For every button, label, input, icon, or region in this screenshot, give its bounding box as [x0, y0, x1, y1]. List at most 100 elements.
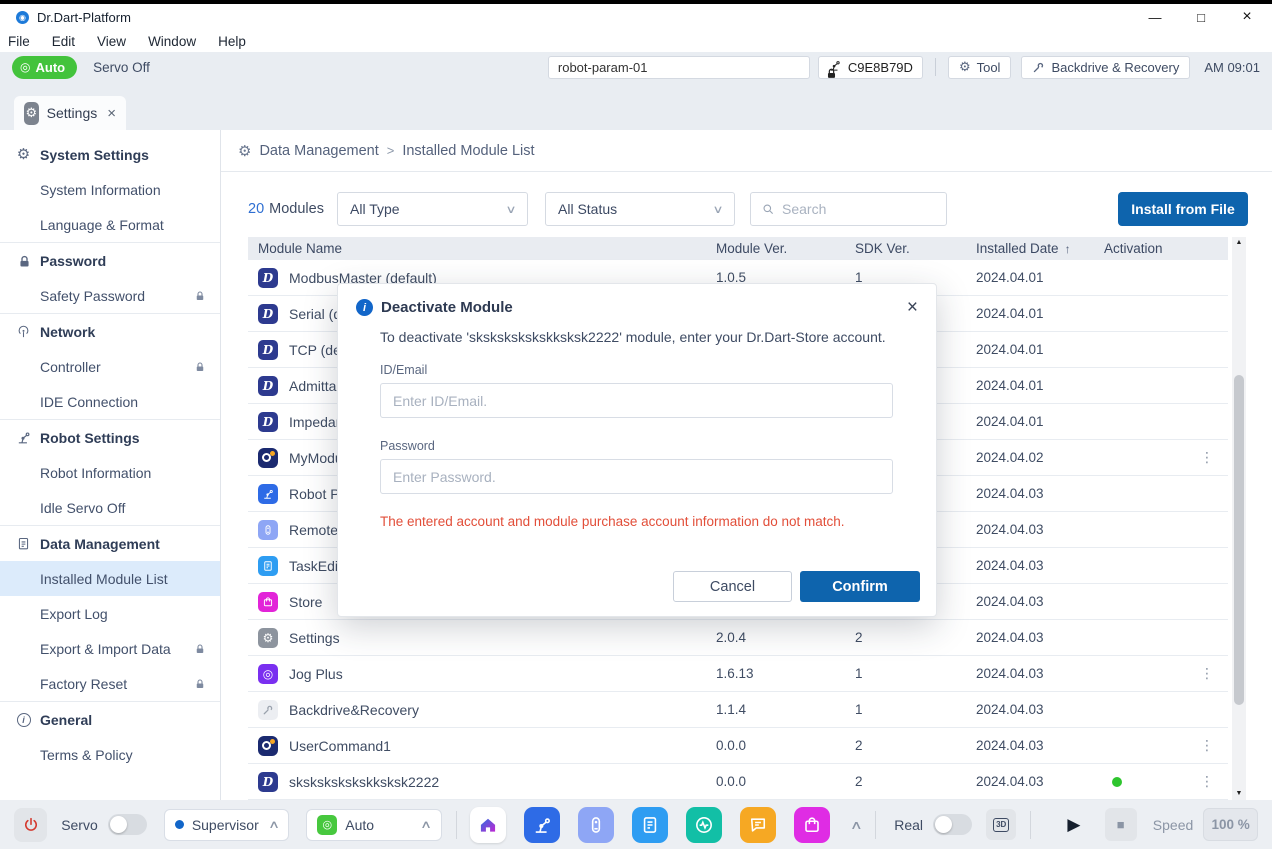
- col-activation[interactable]: Activation: [1094, 241, 1228, 256]
- scrollbar-thumb[interactable]: [1234, 375, 1244, 705]
- divider: [875, 811, 876, 839]
- id-email-field[interactable]: [380, 383, 893, 418]
- speed-value: 100 %: [1203, 808, 1258, 841]
- dock-remote-icon[interactable]: [578, 807, 614, 843]
- minimize-button[interactable]: —: [1148, 10, 1162, 25]
- dock-monitoring-icon[interactable]: [686, 807, 722, 843]
- document-icon: [16, 536, 31, 551]
- app-dock: [470, 807, 830, 843]
- maximize-button[interactable]: □: [1194, 10, 1208, 25]
- dock-message-icon[interactable]: [740, 807, 776, 843]
- row-menu-icon[interactable]: ⋮: [1200, 773, 1214, 790]
- dock-task-editor-icon[interactable]: [632, 807, 668, 843]
- module-name: UserCommand1: [289, 738, 391, 754]
- dialog-close-icon[interactable]: ×: [907, 300, 918, 316]
- col-installed-date[interactable]: Installed Date ↑: [966, 241, 1094, 256]
- mode-dropdown[interactable]: ◎ Auto ∧: [306, 809, 441, 841]
- table-row[interactable]: Dskskskskskskksksk22220.0.022024.04.03⋮: [248, 764, 1228, 800]
- robot-serial-button[interactable]: C9E8B79D: [818, 56, 923, 79]
- cancel-button[interactable]: Cancel: [673, 571, 792, 602]
- chevron-up-icon: ∧: [268, 818, 280, 831]
- row-menu-icon[interactable]: ⋮: [1200, 665, 1214, 682]
- menu-window[interactable]: Window: [148, 34, 196, 49]
- sidebar-item-language-format[interactable]: Language & Format: [0, 207, 220, 242]
- close-button[interactable]: ×: [1240, 8, 1254, 26]
- sidebar-item-export-log[interactable]: Export Log: [0, 596, 220, 631]
- row-menu-icon[interactable]: ⋮: [1200, 449, 1214, 466]
- play-button[interactable]: ▶: [1059, 815, 1088, 835]
- sidebar-section-system-settings[interactable]: ⚙System Settings: [0, 137, 220, 172]
- robot-module-icon: [258, 484, 278, 504]
- menu-file[interactable]: File: [8, 34, 30, 49]
- search-input[interactable]: [782, 201, 936, 217]
- col-module-name[interactable]: Module Name: [248, 241, 706, 256]
- backdrive-recovery-button[interactable]: Backdrive & Recovery: [1021, 56, 1190, 79]
- type-filter-dropdown[interactable]: All Type ∨: [337, 192, 528, 226]
- sidebar-item-controller[interactable]: Controller: [0, 349, 220, 384]
- installed-date: 2024.04.01: [966, 306, 1094, 321]
- sidebar-section-network[interactable]: Network: [0, 314, 220, 349]
- installed-date: 2024.04.03: [966, 522, 1094, 537]
- sidebar-item-factory-reset[interactable]: Factory Reset: [0, 666, 220, 701]
- stop-button[interactable]: ■: [1105, 808, 1137, 841]
- filter-row: 20 Modules All Type ∨ All Status ∨ Insta…: [221, 192, 1272, 226]
- dock-chevron-up-icon[interactable]: ∧: [850, 818, 863, 832]
- dock-home-icon[interactable]: [470, 807, 506, 843]
- power-button[interactable]: [14, 808, 47, 842]
- tab-close-icon[interactable]: ×: [107, 105, 116, 122]
- status-filter-dropdown[interactable]: All Status ∨: [545, 192, 735, 226]
- sidebar-item-robot-information[interactable]: Robot Information: [0, 455, 220, 490]
- menu-view[interactable]: View: [97, 34, 126, 49]
- scroll-down-icon[interactable]: ▼: [1232, 788, 1246, 800]
- servo-toggle[interactable]: [108, 814, 147, 835]
- sidebar-item-terms-policy[interactable]: Terms & Policy: [0, 737, 220, 772]
- table-scrollbar[interactable]: ▲ ▼: [1232, 237, 1246, 800]
- window-title: Dr.Dart-Platform: [37, 10, 131, 25]
- password-field[interactable]: [380, 459, 893, 494]
- install-from-file-button[interactable]: Install from File: [1118, 192, 1248, 226]
- real-toggle[interactable]: [933, 814, 972, 835]
- user-role-dropdown[interactable]: Supervisor ∧: [164, 809, 289, 841]
- sidebar-section-robot-settings[interactable]: Robot Settings: [0, 420, 220, 455]
- table-row[interactable]: ◎Jog Plus1.6.1312024.04.03⋮: [248, 656, 1228, 692]
- sidebar-item-export-import-data[interactable]: Export & Import Data: [0, 631, 220, 666]
- jog-module-icon: ◎: [258, 664, 278, 684]
- module-name: Jog Plus: [289, 666, 343, 682]
- scroll-up-icon[interactable]: ▲: [1232, 237, 1246, 249]
- table-row[interactable]: Backdrive&Recovery1.1.412024.04.03: [248, 692, 1228, 728]
- auto-mode-badge[interactable]: ◎ Auto: [12, 56, 77, 79]
- sidebar-section-password[interactable]: Password: [0, 243, 220, 278]
- divider: [456, 811, 457, 839]
- robot-param-input[interactable]: [548, 56, 810, 79]
- 3d-view-button[interactable]: 3D: [986, 809, 1016, 840]
- sidebar-item-ide-connection[interactable]: IDE Connection: [0, 384, 220, 419]
- installed-date: 2024.04.03: [966, 630, 1094, 645]
- col-sdk-ver[interactable]: SDK Ver.: [845, 241, 966, 256]
- sort-up-icon[interactable]: ↑: [1065, 242, 1071, 256]
- robot-lock-icon: [828, 59, 842, 76]
- sidebar-item-system-information[interactable]: System Information: [0, 172, 220, 207]
- dart-module-icon: D: [258, 340, 278, 360]
- sidebar-item-safety-password[interactable]: Safety Password: [0, 278, 220, 313]
- dock-robot-icon[interactable]: [524, 807, 560, 843]
- tab-settings[interactable]: ⚙ Settings ×: [14, 96, 126, 130]
- installed-date: 2024.04.03: [966, 594, 1094, 609]
- confirm-button[interactable]: Confirm: [800, 571, 920, 602]
- dialog-title: Deactivate Module: [381, 299, 513, 316]
- sidebar-item-installed-module-list[interactable]: Installed Module List: [0, 561, 220, 596]
- table-row[interactable]: ⚙Settings2.0.422024.04.03: [248, 620, 1228, 656]
- dock-store-icon[interactable]: [794, 807, 830, 843]
- module-version: 2.0.4: [706, 630, 845, 645]
- row-menu-icon[interactable]: ⋮: [1200, 737, 1214, 754]
- sidebar-section-data-management[interactable]: Data Management: [0, 526, 220, 561]
- table-row[interactable]: UserCommand10.0.022024.04.03⋮: [248, 728, 1228, 764]
- search-box[interactable]: [750, 192, 947, 226]
- activation-dot: [1112, 777, 1122, 787]
- col-module-ver[interactable]: Module Ver.: [706, 241, 845, 256]
- menu-help[interactable]: Help: [218, 34, 246, 49]
- sidebar-item-idle-servo-off[interactable]: Idle Servo Off: [0, 490, 220, 525]
- sidebar-section-general[interactable]: iGeneral: [0, 702, 220, 737]
- menu-edit[interactable]: Edit: [52, 34, 75, 49]
- tool-button[interactable]: ⚙ Tool: [948, 56, 1012, 79]
- module-name: skskskskskskksksk2222: [289, 774, 439, 790]
